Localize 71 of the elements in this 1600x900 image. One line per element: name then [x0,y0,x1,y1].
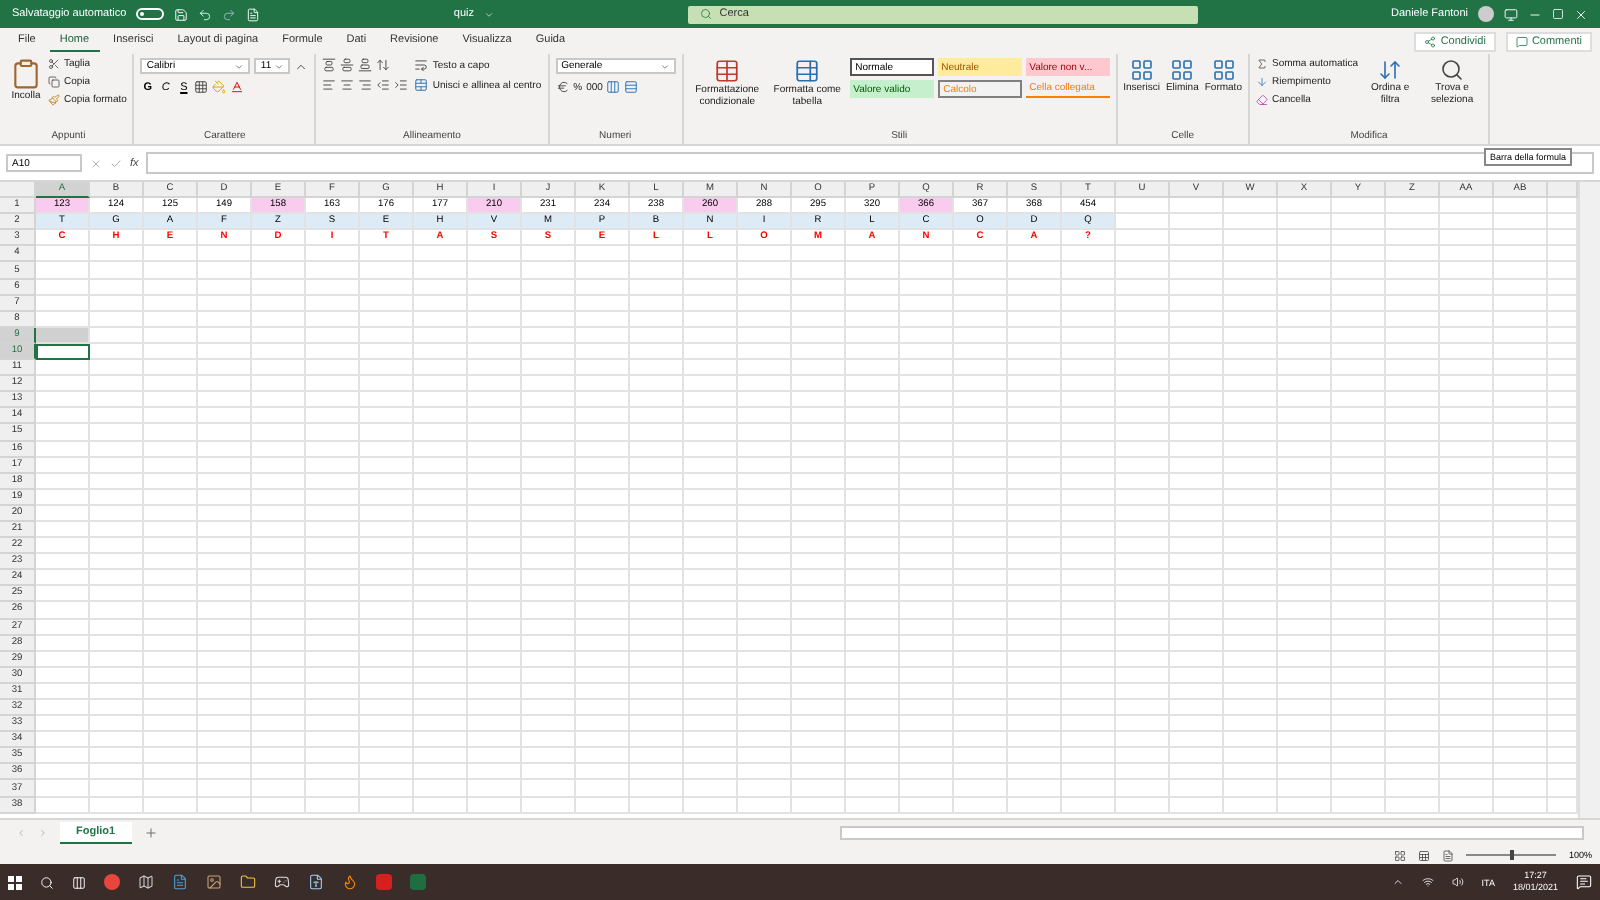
indent-decrease-icon[interactable] [376,78,391,92]
zoom-thumb[interactable] [1509,850,1514,860]
sigma-icon [1255,58,1268,70]
caret-icon [234,61,245,71]
wrap-icon [414,58,429,72]
redo-icon[interactable] [222,7,237,21]
image-icon[interactable] [206,874,222,890]
autosave-toggle[interactable] [136,8,165,20]
document-icon[interactable] [172,874,188,890]
next-sheet-icon[interactable] [38,828,48,838]
merge-icon [414,78,429,92]
pdf-icon[interactable] [376,874,392,890]
display-icon[interactable] [1504,7,1519,21]
sort-icon [1378,58,1403,82]
windows-icon[interactable] [8,875,22,889]
cancel-icon[interactable] [90,157,102,169]
column-header[interactable] [1548,182,1578,199]
orientation-icon[interactable] [376,58,391,72]
paintbrush-icon [48,94,60,106]
clipboard-icon [10,58,42,90]
tray-icon[interactable] [1391,876,1404,888]
add-sheet-icon[interactable] [143,826,158,840]
previous-sheet-icon[interactable] [16,828,26,838]
check-icon[interactable] [110,157,122,169]
undo-icon[interactable] [198,7,213,21]
align-top-icon[interactable] [322,58,337,72]
search-icon [1440,58,1465,82]
caret-icon [659,61,670,71]
table-icon [794,58,821,84]
share-icon [1424,35,1437,47]
volume-icon[interactable] [1451,876,1464,888]
formula-input[interactable] [146,152,1594,174]
network-icon[interactable] [1421,876,1434,888]
align-middle-icon[interactable] [340,58,355,72]
vertical-scrollbar[interactable] [1578,182,1600,818]
avatar[interactable] [1478,6,1495,22]
save-icon[interactable] [174,7,189,21]
eraser-icon [1255,94,1268,106]
fill-color-icon[interactable] [212,80,227,94]
table-icon [714,58,741,84]
borders-icon[interactable] [194,80,209,94]
folder-icon[interactable] [240,874,256,890]
caret-icon [274,61,285,71]
maximize-icon[interactable] [1552,8,1565,20]
select-all-button[interactable] [0,182,36,199]
horizontal-scrollbar[interactable] [840,826,1584,840]
page-break-icon[interactable] [1442,849,1455,861]
task-view-icon[interactable] [72,875,86,889]
align-left-icon[interactable] [322,78,337,92]
indent-increase-icon[interactable] [394,78,409,92]
grid-icon [1170,58,1195,82]
search-icon [699,8,712,20]
close-icon[interactable] [1574,7,1589,21]
font-color-icon[interactable] [230,80,245,94]
notifications-icon[interactable] [1576,874,1592,890]
comment-icon [1515,35,1528,47]
spreadsheet-icon[interactable] [410,874,426,890]
caret-icon [484,9,495,19]
grid-icon [1211,58,1236,82]
arrow-down-icon [1255,76,1268,88]
browser-icon[interactable] [104,874,120,890]
gamepad-icon[interactable] [274,874,290,890]
align-right-icon[interactable] [358,78,373,92]
align-center-icon[interactable] [340,78,355,92]
search-icon[interactable] [40,875,54,889]
align-bottom-icon[interactable] [358,58,373,72]
map-icon[interactable] [138,874,154,890]
currency-icon[interactable] [555,80,570,94]
copy-icon [48,76,60,88]
grid-icon [1129,58,1154,82]
scissors-icon [48,58,60,70]
